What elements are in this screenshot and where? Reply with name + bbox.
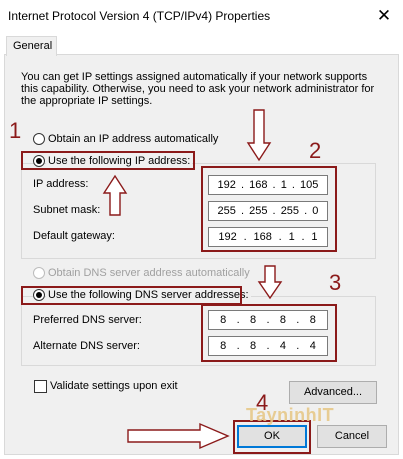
arrow-right-icon <box>127 422 230 450</box>
arrow-down-icon <box>246 109 272 162</box>
arrow-up-icon <box>102 174 128 216</box>
watermark-logo: TayninhIT <box>246 405 335 425</box>
tab-general[interactable]: General <box>6 36 57 56</box>
annotation-arrows <box>102 109 283 450</box>
arrow-down-icon <box>257 265 283 300</box>
